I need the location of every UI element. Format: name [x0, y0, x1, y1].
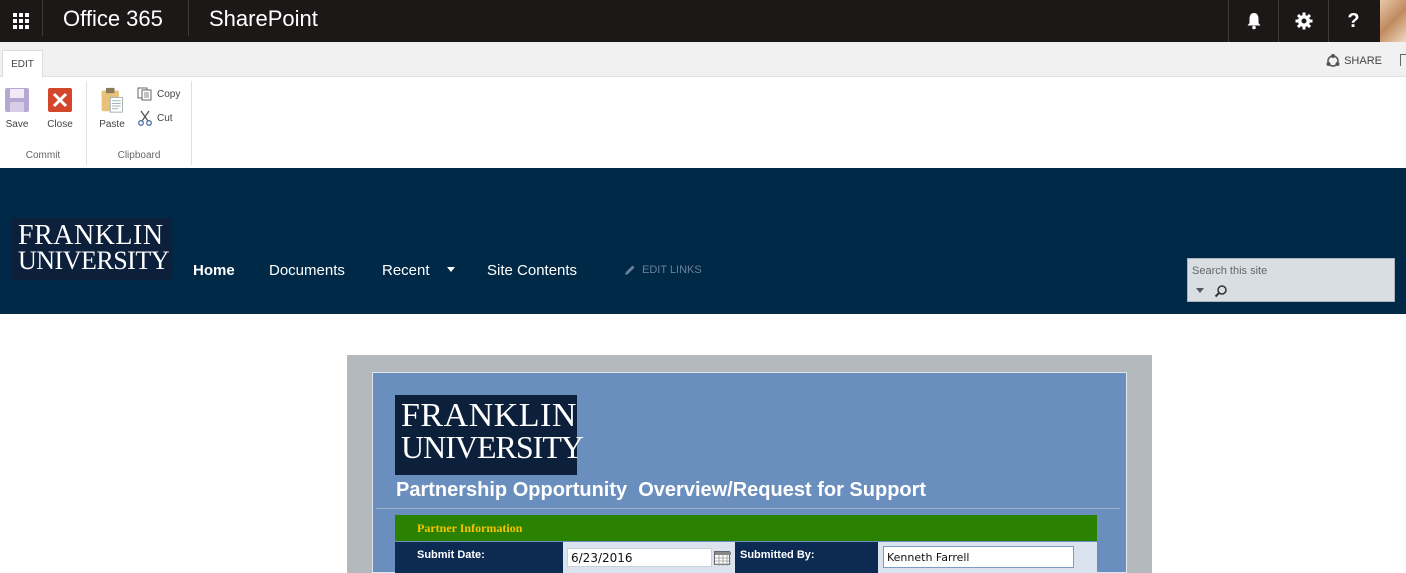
bell-icon [1247, 13, 1260, 30]
submitted-by-field[interactable]: Kenneth Farrell [883, 546, 1074, 568]
divider [188, 0, 189, 36]
waffle-icon [13, 13, 29, 29]
section-header: Partner Information [395, 515, 1097, 541]
help-button[interactable]: ? [1328, 0, 1378, 42]
search-box [1187, 258, 1395, 302]
logo-line-2: UNIVERSITY [18, 246, 170, 275]
edit-links-label: EDIT LINKS [642, 264, 702, 276]
settings-button[interactable] [1278, 0, 1328, 42]
notifications-button[interactable] [1228, 0, 1278, 42]
clipboard-group: Paste Copy Cut Clipboard [87, 81, 192, 165]
site-logo[interactable]: FRANKLIN UNIVERSITY [12, 218, 172, 280]
scissors-icon [138, 110, 152, 126]
save-label: Save [5, 119, 29, 130]
submit-date-field[interactable]: 6/23/2016 [567, 548, 712, 567]
form-logo: FRANKLIN UNIVERSITY [395, 395, 584, 475]
suite-bar: Office 365 SharePoint ? [0, 0, 1406, 42]
share-icon [1326, 54, 1340, 67]
chevron-down-icon[interactable] [447, 267, 455, 272]
nav-documents[interactable]: Documents [269, 262, 345, 279]
clipboard-group-label: Clipboard [117, 150, 161, 161]
close-icon [48, 88, 72, 112]
share-label: SHARE [1344, 55, 1382, 67]
paste-button[interactable]: Paste [99, 87, 125, 130]
copy-icon [137, 87, 152, 101]
pencil-icon [625, 265, 635, 275]
divider [376, 508, 1120, 509]
commit-group-label: Commit [25, 150, 61, 161]
gear-icon [1295, 12, 1312, 30]
site-header: FRANKLIN UNIVERSITY Home Documents Recen… [0, 168, 1406, 314]
copy-label: Copy [157, 88, 181, 100]
app-launcher-button[interactable] [0, 0, 42, 42]
help-icon: ? [1347, 9, 1360, 32]
focus-mode-icon[interactable] [1400, 54, 1406, 66]
close-button[interactable]: Close [47, 87, 73, 130]
avatar[interactable] [1380, 0, 1406, 42]
divider [42, 0, 43, 36]
copy-button[interactable]: Copy [137, 87, 180, 101]
section-title: Partner Information [417, 521, 523, 535]
tab-edit[interactable]: EDIT [2, 50, 43, 77]
save-icon [5, 88, 29, 112]
ribbon-tab-bar: EDIT SHARE [0, 42, 1406, 77]
share-button[interactable]: SHARE [1326, 54, 1382, 68]
cut-label: Cut [157, 112, 173, 124]
ribbon: Save Close Commit Paste Copy Cut Clipboa… [0, 77, 1406, 168]
save-button[interactable]: Save [4, 87, 30, 130]
edit-links-button[interactable]: EDIT LINKS [624, 264, 702, 276]
calendar-icon[interactable] [714, 551, 731, 566]
submit-date-label: Submit Date: [395, 542, 563, 573]
paste-icon [101, 87, 123, 113]
search-scope-dropdown[interactable] [1196, 288, 1204, 293]
form-logo-line-2: UNIVERSITY [401, 429, 584, 465]
office365-brand-link[interactable]: Office 365 [63, 6, 163, 32]
paste-label: Paste [99, 119, 125, 130]
nav-home[interactable]: Home [193, 262, 235, 279]
commit-group: Save Close Commit [0, 81, 87, 165]
submitted-by-label: Submitted By: [735, 542, 878, 573]
close-label: Close [47, 119, 73, 130]
cut-button[interactable]: Cut [137, 110, 173, 126]
nav-recent[interactable]: Recent [382, 262, 430, 279]
search-input[interactable] [1192, 263, 1382, 279]
form-title: Partnership Opportunity Overview/Request… [396, 479, 927, 501]
form-logo-line-1: FRANKLIN [401, 397, 577, 434]
nav-site-contents[interactable]: Site Contents [487, 262, 577, 279]
search-icon[interactable] [1214, 284, 1228, 298]
sharepoint-app-link[interactable]: SharePoint [209, 6, 318, 32]
